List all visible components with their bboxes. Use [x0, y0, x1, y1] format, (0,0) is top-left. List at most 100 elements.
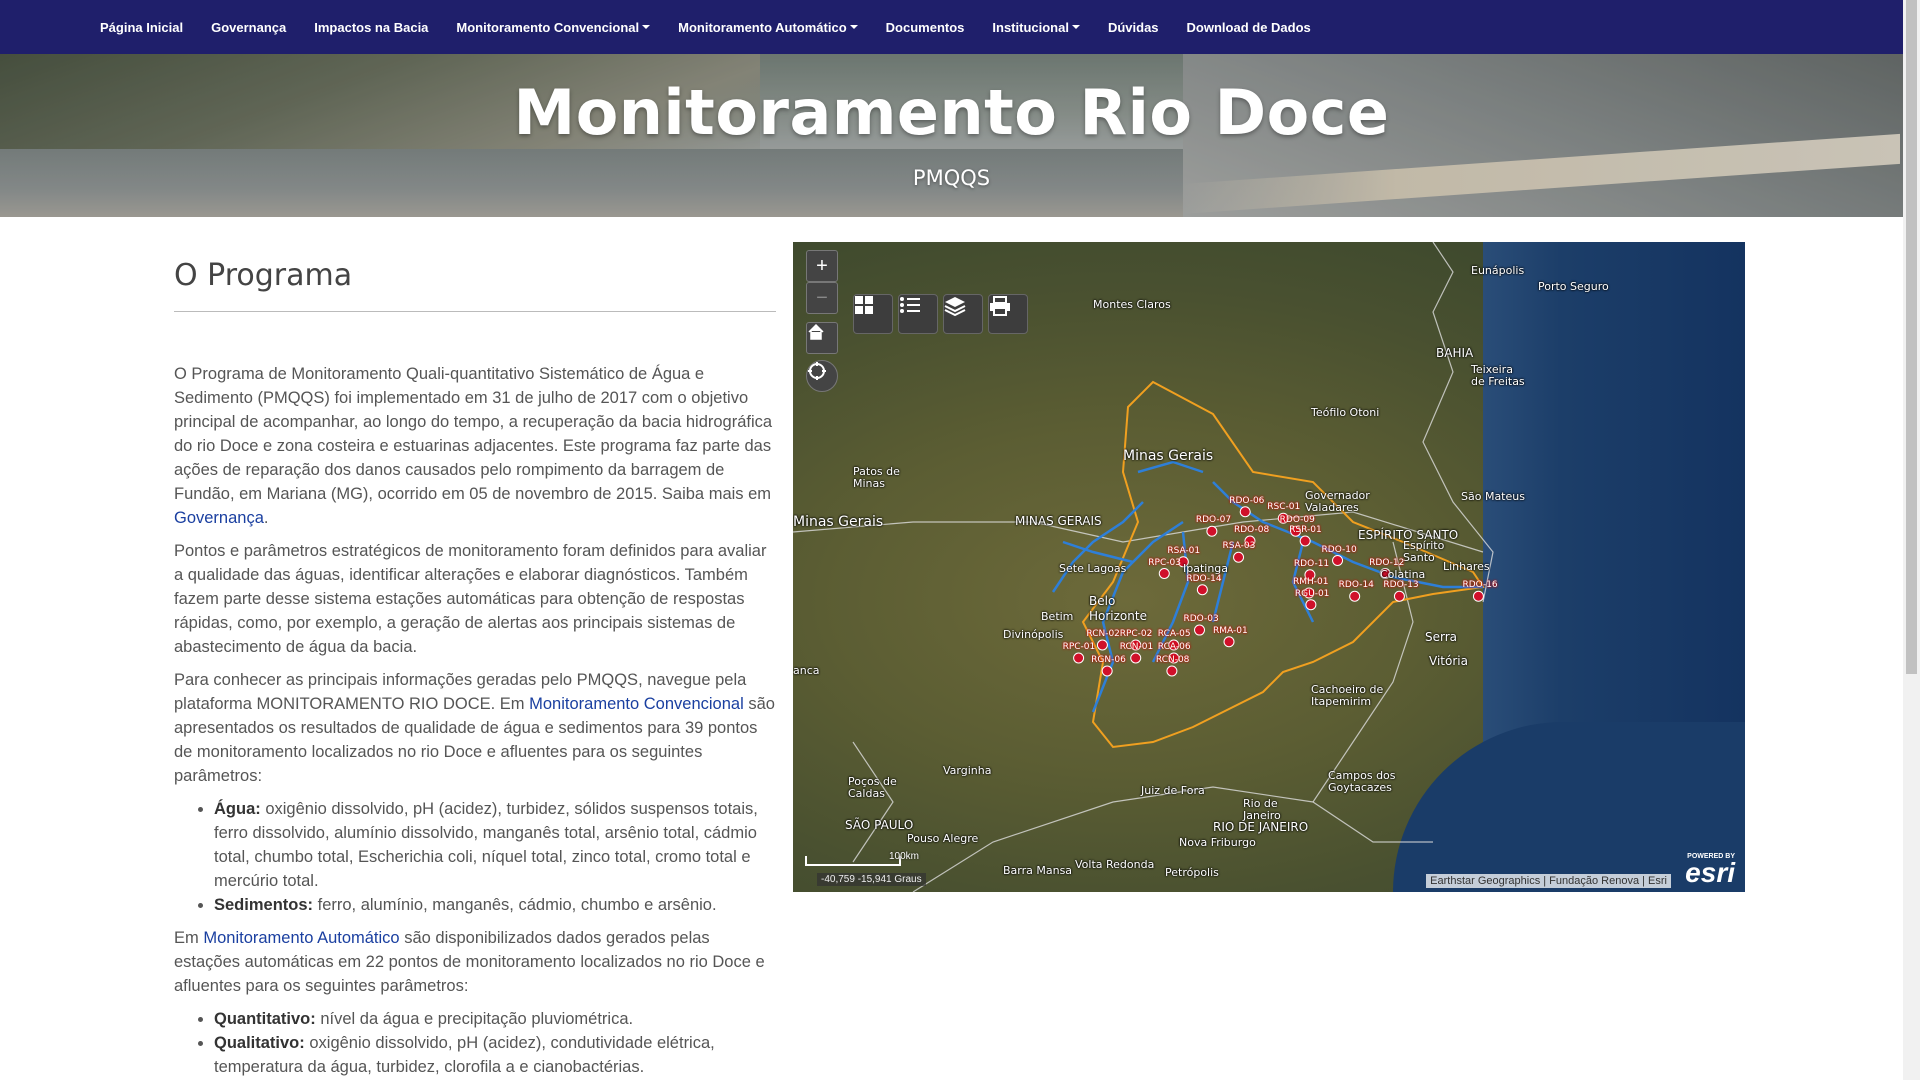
- nav-item-label: Impactos na Bacia: [314, 19, 429, 35]
- nav-item-label: Dúvidas: [1107, 19, 1159, 35]
- layers-button[interactable]: [943, 294, 983, 334]
- nav-item-download-de-dados[interactable]: Download de Dados: [1173, 0, 1325, 54]
- monitoring-point[interactable]: [1196, 584, 1208, 596]
- monitoring-point[interactable]: [1206, 525, 1218, 537]
- governanca-link[interactable]: Governança: [174, 509, 264, 527]
- map-label: Divinópolis: [1003, 628, 1064, 641]
- river-line: [1062, 540, 1134, 564]
- list-item-term: Sedimentos:: [214, 896, 314, 914]
- nav-item-impactos-na-bacia[interactable]: Impactos na Bacia: [300, 0, 442, 54]
- monitoring-point[interactable]: [1305, 599, 1317, 611]
- nav-item-monitoramento-automático[interactable]: Monitoramento Automático: [664, 0, 872, 54]
- nav-item-monitoramento-convencional[interactable]: Monitoramento Convencional: [442, 0, 664, 54]
- monitoring-point-label: RDO-06: [1229, 495, 1265, 506]
- monitoring-point[interactable]: [1073, 652, 1085, 664]
- map-label: Sete Lagoas: [1059, 562, 1127, 575]
- map-label: Minas Gerais: [1123, 448, 1214, 464]
- grid-icon: [855, 296, 873, 314]
- monitoring-point-label: RGU-01: [1294, 588, 1330, 599]
- hero-title: Monitoramento Rio Doce: [513, 76, 1390, 149]
- paragraph-intro-end: .: [263, 509, 269, 527]
- nav-item-label: Página Inicial: [100, 19, 184, 35]
- monitoring-point-label: RSC-01: [1267, 502, 1301, 513]
- monitoring-point-label: RDO-16: [1462, 580, 1498, 591]
- map-label: RIO DE JANEIRO: [1213, 820, 1309, 834]
- map-label: Juiz de Fora: [1141, 784, 1205, 797]
- basemap-gallery-button[interactable]: [853, 294, 893, 334]
- map-label: Petrópolis: [1165, 866, 1219, 879]
- map-label: SÃO PAULO: [845, 818, 914, 832]
- monitoring-point[interactable]: [1166, 665, 1178, 677]
- nav-item-documentos[interactable]: Documentos: [872, 0, 979, 54]
- map-label: BAHIA: [1436, 346, 1474, 360]
- monitoring-point-label: RPC-03: [1148, 557, 1181, 568]
- monitoring-point[interactable]: [1096, 639, 1108, 651]
- monitoring-point[interactable]: [1130, 652, 1142, 664]
- list-item-term: Água:: [214, 800, 261, 818]
- paragraph-intro: O Programa de Monitoramento Quali-quanti…: [174, 362, 776, 530]
- monitoring-point[interactable]: [1299, 535, 1311, 547]
- list-item: Quantitativo: nível da água e precipitaç…: [214, 1007, 776, 1031]
- map-label: Governador Valadares: [1305, 489, 1370, 514]
- scale-label: 100km: [889, 851, 920, 862]
- map-label: Serra: [1425, 630, 1458, 644]
- map-label: Rio de Janeiro: [1243, 797, 1281, 822]
- nav-item-dúvidas[interactable]: Dúvidas: [1094, 0, 1173, 54]
- zoom-out-button[interactable]: −: [806, 282, 838, 314]
- monitoring-point-label: RDO-13: [1383, 580, 1419, 591]
- monitoramento-automatico-link[interactable]: Monitoramento Automático: [203, 929, 399, 947]
- nav-item-governança[interactable]: Governança: [197, 0, 300, 54]
- locate-button[interactable]: [806, 360, 838, 392]
- monitoring-point[interactable]: [1239, 506, 1251, 518]
- monitoring-point[interactable]: [1349, 590, 1361, 602]
- esri-logo[interactable]: POWERED BY esri: [1685, 853, 1735, 887]
- monitoring-point[interactable]: [1393, 590, 1405, 602]
- monitoring-point-label: RCN-02: [1086, 629, 1120, 639]
- nav-item-página-inicial[interactable]: Página Inicial: [86, 0, 197, 54]
- monitoring-point-label: RCA-05: [1157, 629, 1191, 639]
- monitoring-point[interactable]: [1332, 555, 1344, 566]
- monitoring-point-label: RCN-08: [1155, 655, 1190, 665]
- list-item: Qualitativo: oxigênio dissolvido, pH (ac…: [214, 1031, 776, 1079]
- map-label: Campos dos Goytacazes: [1328, 769, 1396, 794]
- caret-down-icon: [1071, 25, 1080, 29]
- home-button[interactable]: [806, 322, 838, 354]
- nav-item-label: Monitoramento Convencional: [456, 19, 640, 35]
- list-item: Sedimentos: ferro, alumínio, manganês, c…: [214, 893, 776, 917]
- map-label: Belo Horizonte: [1089, 594, 1147, 623]
- home-icon: [808, 323, 824, 340]
- list-item-term: Quantitativo:: [214, 1010, 316, 1028]
- monitoring-point[interactable]: [1233, 551, 1245, 563]
- map-label: Linhares: [1443, 560, 1490, 573]
- monitoring-point-label: RDO-14: [1338, 580, 1374, 591]
- coordinates-readout: -40,759 -15,941 Graus: [817, 873, 926, 886]
- print-icon: [990, 296, 1010, 316]
- map-label: Patos de Minas: [853, 465, 900, 490]
- zoom-in-button[interactable]: +: [806, 250, 838, 282]
- layers-icon: [944, 297, 966, 317]
- list-item-term: Qualitativo:: [214, 1034, 305, 1052]
- monitoring-point-label: RSA-03: [1222, 541, 1256, 552]
- map-overlay: [793, 242, 1494, 892]
- nav-item-institucional[interactable]: Institucional: [978, 0, 1094, 54]
- map-label: Barra Mansa: [1003, 864, 1073, 877]
- scrollbar-thumb[interactable]: [1906, 0, 1917, 674]
- list-item-text: oxigênio dissolvido, pH (acidez), turbid…: [214, 800, 758, 890]
- monitoring-point-label: RDO-11: [1293, 558, 1330, 569]
- map-label: Espírito Santo: [1403, 539, 1445, 564]
- map-label: Vitória: [1429, 654, 1468, 668]
- monitoramento-convencional-link[interactable]: Monitoramento Convencional: [529, 695, 744, 713]
- monitoring-point-label: RDO-07: [1195, 515, 1232, 526]
- monitoring-point[interactable]: [1101, 665, 1113, 677]
- map-label: Eunápolis: [1471, 264, 1525, 277]
- monitoring-point[interactable]: [1158, 568, 1170, 579]
- nav-item-label: Governança: [211, 19, 287, 35]
- monitoring-point[interactable]: [1472, 590, 1484, 602]
- monitoring-map[interactable]: Montes Claros Eunápolis Porto Seguro BAH…: [793, 242, 1745, 892]
- monitoring-point[interactable]: [1223, 636, 1235, 648]
- print-button[interactable]: [988, 294, 1028, 334]
- list-item-text: nível da água e precipitação pluviométri…: [315, 1010, 634, 1028]
- monitoring-point-label: RDO-09: [1279, 515, 1315, 526]
- monitoring-point[interactable]: [1194, 624, 1206, 636]
- legend-button[interactable]: [898, 294, 938, 334]
